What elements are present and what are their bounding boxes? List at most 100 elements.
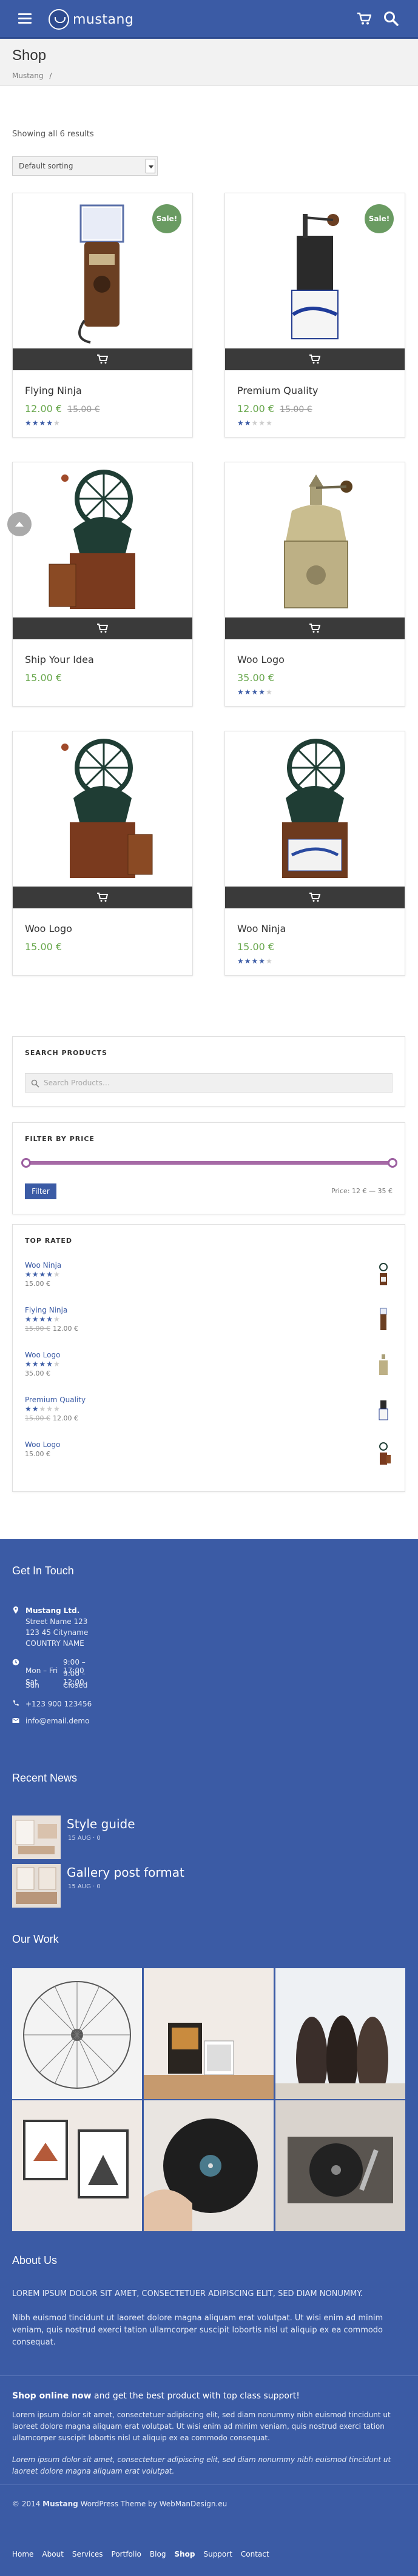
footer-nav-link[interactable]: About [42,2550,63,2558]
street: Street Name 123 [25,1617,88,1626]
product-card[interactable]: Sale! Flying Ninja 12.00 € 15.00 € ★★★★★ [12,193,193,438]
product-rating: ★★★★★ [237,957,273,965]
news-title-link[interactable]: Gallery post format [67,1865,184,1880]
filter-button[interactable]: Filter [25,1183,56,1199]
top-rated-product-name[interactable]: Premium Quality [25,1396,86,1404]
portfolio-item[interactable] [275,2100,405,2231]
news-meta: 15 AUG · 0 [68,1835,101,1842]
add-to-cart-button[interactable] [13,617,192,639]
top-rated-item[interactable]: Flying Ninja ★★★★★ 15.00 €12.00 € [25,1306,393,1342]
city: 123 45 Cityname [25,1628,89,1637]
product-price: 15.00 € [25,672,62,684]
add-to-cart-button[interactable] [225,617,405,639]
top-rated-rating: ★★★★★ [25,1270,61,1279]
price-slider-min-handle[interactable] [21,1158,31,1168]
add-to-cart-button[interactable] [225,348,405,370]
footer-nav-link[interactable]: Portfolio [112,2550,141,2558]
portfolio-item[interactable] [12,2100,142,2231]
footer-nav-link[interactable]: Blog [150,2550,166,2558]
footer-nav-link[interactable]: Home [12,2550,33,2558]
product-name[interactable]: Ship Your Idea [25,654,94,665]
top-rated-thumbnail[interactable] [374,1262,393,1286]
footer-nav-link[interactable]: Services [72,2550,103,2558]
top-rated-item[interactable]: Premium Quality ★★★★★ 15.00 €12.00 € [25,1396,393,1432]
top-rated-product-name[interactable]: Woo Logo [25,1351,60,1359]
product-card[interactable]: Sale! Premium Quality 12.00 € 15.00 € ★★★★★ [224,193,405,438]
portfolio-item[interactable] [12,1968,142,2099]
top-rated-item[interactable]: Woo Ninja ★★★★★ 15.00 € [25,1261,393,1297]
product-image[interactable] [225,462,405,617]
product-price: 35.00 € [237,672,275,684]
price-slider-max-handle[interactable] [388,1158,397,1168]
product-card[interactable]: Woo Ninja 15.00 € ★★★★★ [224,731,405,976]
product-name[interactable]: Flying Ninja [25,385,82,396]
cart-icon[interactable] [357,12,371,25]
hours-row: Sun Closed [25,1681,88,1689]
news-thumbnail[interactable] [12,1864,61,1908]
top-rated-thumbnail[interactable] [374,1307,393,1331]
sorting-select[interactable]: Default sorting [12,156,158,176]
top-rated-item[interactable]: Woo Logo ★★★★★ 35.00 € [25,1351,393,1387]
footer-nav-link[interactable]: Shop [174,2550,195,2558]
chevron-down-icon [146,159,155,173]
news-thumbnail[interactable] [12,1816,61,1859]
company-name: Mustang Ltd. [25,1606,80,1615]
widget-title-price: FILTER BY PRICE [25,1135,95,1143]
top-rated-product-name[interactable]: Woo Ninja [25,1261,61,1270]
top-rated-thumbnail[interactable] [374,1397,393,1421]
copyright: © 2014 Mustang WordPress Theme by WebMan… [12,2500,228,2508]
footer: Get In Touch Mustang Ltd. Street Name 12… [0,1539,418,2576]
product-old-price: 15.00 € [67,405,100,414]
product-name[interactable]: Woo Logo [237,654,285,665]
phone-icon [13,1700,19,1706]
product-card[interactable]: Ship Your Idea 15.00 € [12,462,193,707]
cart-icon [96,893,109,902]
product-search-input[interactable]: Search Products… [25,1073,393,1093]
page-title-band [0,39,418,86]
product-price: 15.00 € [25,941,62,953]
email-link[interactable]: info@email.demo [25,1716,89,1726]
price-slider-track[interactable] [26,1161,393,1165]
search-icon[interactable] [383,11,399,27]
top-rated-thumbnail[interactable] [374,1352,393,1376]
footer-nav-link[interactable]: Support [203,2550,232,2558]
cart-icon [309,624,321,633]
product-card[interactable]: Woo Logo 35.00 € ★★★★★ [224,462,405,707]
product-image[interactable] [225,731,405,887]
product-card[interactable]: Woo Logo 15.00 € [12,731,193,976]
cart-icon [96,624,109,633]
theme-author-link[interactable]: WebManDesign.eu [160,2500,228,2508]
product-name[interactable]: Woo Ninja [237,923,286,934]
sale-badge: Sale! [152,204,181,233]
site-logo[interactable]: mustang [49,8,133,30]
add-to-cart-button[interactable] [225,887,405,908]
product-old-price: 15.00 € [280,405,312,414]
news-meta: 15 AUG · 0 [68,1883,101,1890]
portfolio-item[interactable] [144,1968,274,2099]
top-rated-item[interactable]: Woo Logo 15.00 € [25,1440,393,1477]
news-title-link[interactable]: Style guide [67,1817,135,1831]
top-rated-rating: ★★★★★ [25,1405,61,1413]
top-rated-product-name[interactable]: Woo Logo [25,1440,60,1449]
location-pin-icon [13,1606,18,1614]
add-to-cart-button[interactable] [13,887,192,908]
product-name[interactable]: Premium Quality [237,385,318,396]
add-to-cart-button[interactable] [13,348,192,370]
product-image[interactable] [13,731,192,887]
footer-navigation: Home About Services Portfolio Blog Shop Suppor… [12,2550,278,2558]
product-name[interactable]: Woo Logo [25,923,72,934]
portfolio-item[interactable] [144,2100,274,2231]
top-rated-thumbnail[interactable] [374,1442,393,1466]
sorting-selected-value: Default sorting [19,162,73,170]
logo-mark-icon [49,9,69,30]
top-rated-product-name[interactable]: Flying Ninja [25,1306,67,1314]
footer-nav-link[interactable]: Contact [241,2550,269,2558]
portfolio-item[interactable] [275,1968,405,2099]
phone-number[interactable]: +123 900 123456 [25,1699,92,1709]
product-image[interactable] [13,462,192,617]
product-price: 12.00 € 15.00 € [237,403,312,414]
breadcrumb-home-link[interactable]: Mustang [12,72,44,80]
search-placeholder: Search Products… [44,1079,110,1087]
menu-icon[interactable] [18,13,32,24]
back-to-top-button[interactable] [7,512,32,536]
